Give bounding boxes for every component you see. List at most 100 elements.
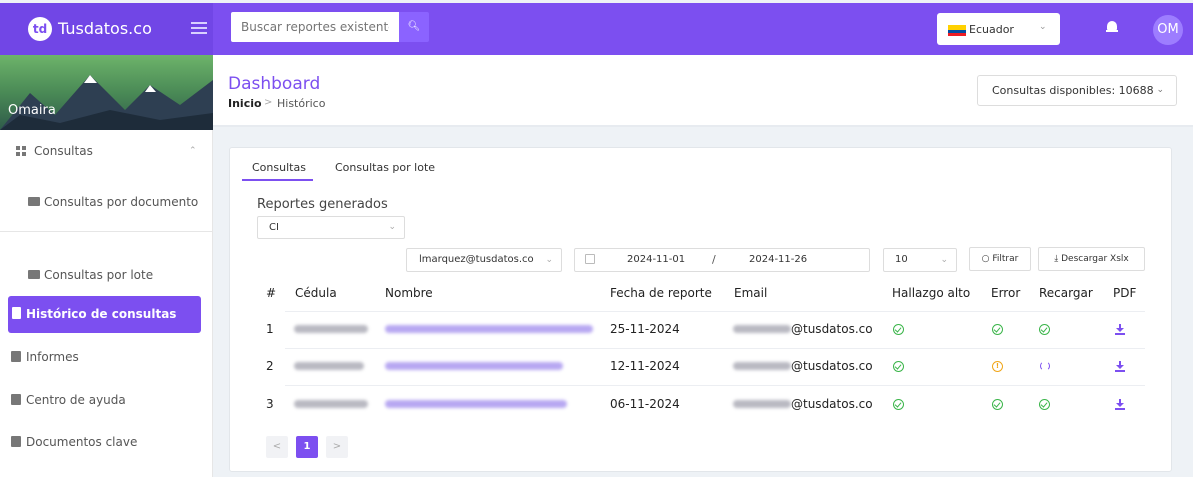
chevron-down-icon: ⌄ [1039, 22, 1047, 32]
history-card: Consultas Consultas por lote Reportes ge… [229, 147, 1172, 472]
cedula-redacted [294, 325, 368, 333]
column-header-email: Email [734, 286, 768, 300]
consultas-disponibles-label: Consultas disponibles: 10688 [992, 84, 1154, 97]
check-icon [893, 324, 904, 335]
profile-banner: Omaira [0, 55, 213, 130]
check-icon[interactable] [1039, 324, 1050, 335]
help-icon [11, 394, 21, 405]
hamburger-icon[interactable] [191, 22, 207, 34]
country-select[interactable]: Ecuador ⌄ [937, 13, 1060, 45]
profile-name: Omaira [8, 103, 56, 118]
bell-icon[interactable] [1106, 21, 1118, 35]
sidebar-item-documentos-clave[interactable]: Documentos clave [11, 435, 137, 449]
row-divider [285, 385, 1145, 386]
tab-consultas-lote[interactable]: Consultas por lote [335, 161, 435, 174]
tab-consultas[interactable]: Consultas [252, 161, 306, 174]
column-header-fecha: Fecha de reporte [610, 286, 712, 300]
chevron-up-icon[interactable]: ⌃ [189, 146, 197, 156]
nombre-redacted[interactable] [385, 325, 593, 333]
chevron-down-icon: ⌄ [940, 255, 948, 265]
country-label: Ecuador [969, 23, 1014, 36]
search-input[interactable] [231, 12, 399, 42]
divider [0, 231, 212, 232]
reload-icon[interactable] [1040, 361, 1050, 371]
card-icon [28, 270, 40, 279]
nombre-redacted[interactable] [385, 400, 567, 408]
avatar[interactable]: OM [1153, 15, 1183, 45]
chevron-down-icon: ⌄ [1156, 85, 1164, 95]
breadcrumb-separator-icon: > [264, 97, 273, 108]
sidebar-item-label: Documentos clave [26, 435, 138, 449]
email-domain: @tusdatos.co [791, 322, 873, 336]
row-number: 3 [266, 397, 274, 411]
page-size-value: 10 [895, 254, 908, 265]
pagination-prev[interactable]: < [266, 436, 288, 458]
mountains-image [0, 75, 213, 130]
consultas-disponibles-dropdown[interactable]: Consultas disponibles: 10688 ⌄ [977, 75, 1177, 106]
sidebar-item-consultas-documento[interactable]: Consultas por documento [28, 195, 198, 209]
sidebar-item-informes[interactable]: Informes [11, 350, 79, 364]
email-domain: @tusdatos.co [791, 397, 873, 411]
top-bar: td Tusdatos.co 🔍︎ Ecuador ⌄ OM [0, 3, 1193, 55]
column-header-hallazgo: Hallazgo alto [892, 286, 971, 300]
sidebar-item-label: Consultas por lote [44, 268, 154, 282]
email-domain: @tusdatos.co [791, 359, 873, 373]
cedula-redacted [294, 362, 364, 370]
warning-icon: ! [992, 361, 1003, 372]
column-header-nombre: Nombre [385, 286, 433, 300]
document-type-select[interactable]: CI ⌄ [257, 216, 405, 239]
brand-area: td Tusdatos.co [0, 3, 213, 55]
download-icon[interactable] [1115, 399, 1125, 410]
menu-section-consultas[interactable]: Consultas [16, 144, 93, 158]
date-range-picker[interactable]: 2024-11-01 / 2024-11-26 [574, 248, 870, 272]
sidebar-item-historico[interactable]: Histórico de consultas [8, 296, 201, 333]
row-number: 2 [266, 359, 274, 373]
sidebar-item-centro-ayuda[interactable]: Centro de ayuda [11, 393, 126, 407]
fecha-cell: 25-11-2024 [610, 322, 680, 336]
email-filter-value: lmarquez@tusdatos.co [419, 254, 534, 265]
header-divider [213, 125, 1193, 127]
logo-icon: td [28, 17, 52, 41]
grid-icon [16, 146, 26, 156]
column-header-recargar: Recargar [1039, 286, 1093, 300]
filter-button[interactable]: ○ Filtrar [969, 247, 1031, 271]
page-title: Dashboard [228, 74, 321, 94]
check-icon[interactable] [1039, 399, 1050, 410]
download-xlsx-button[interactable]: ⤓ Descargar Xslx [1038, 247, 1145, 271]
document-type-value: CI [269, 222, 279, 233]
date-from[interactable]: 2024-11-01 [627, 254, 685, 265]
page-size-select[interactable]: 10 ⌄ [883, 248, 957, 272]
check-icon [893, 361, 904, 372]
email-user-redacted [733, 400, 791, 408]
brand-name[interactable]: Tusdatos.co [58, 19, 152, 38]
email-user-redacted [733, 325, 791, 333]
row-number: 1 [266, 322, 274, 336]
row-divider [285, 311, 1145, 312]
download-icon[interactable] [1115, 361, 1125, 372]
sidebar-item-label: Centro de ayuda [26, 393, 126, 407]
search-icon: ○ [981, 254, 990, 264]
check-icon [893, 399, 904, 410]
nombre-redacted[interactable] [385, 362, 563, 370]
search-button[interactable]: 🔍︎ [399, 12, 429, 42]
row-divider [285, 348, 1145, 349]
breadcrumb-home[interactable]: Inicio [228, 97, 262, 110]
sidebar: Omaira Consultas ⌃ Consultas por documen… [0, 55, 213, 477]
tab-active-indicator [242, 179, 313, 181]
pagination-next[interactable]: > [326, 436, 348, 458]
column-header-cedula: Cédula [295, 286, 337, 300]
sidebar-item-consultas-lote[interactable]: Consultas por lote [28, 268, 153, 282]
filter-button-label: Filtrar [992, 254, 1019, 264]
download-button-label: Descargar Xslx [1061, 254, 1129, 264]
search-icon: 🔍︎ [407, 21, 421, 32]
email-filter-select[interactable]: lmarquez@tusdatos.co ⌄ [406, 248, 562, 272]
report-icon [11, 351, 21, 362]
check-icon [992, 399, 1003, 410]
email-user-redacted [733, 362, 791, 370]
date-to[interactable]: 2024-11-26 [749, 254, 807, 265]
cedula-redacted [294, 400, 368, 408]
download-icon[interactable] [1115, 324, 1125, 335]
pagination-page-1[interactable]: 1 [296, 436, 318, 458]
chevron-down-icon: ⌄ [545, 255, 553, 265]
ecuador-flag-icon [948, 25, 966, 36]
